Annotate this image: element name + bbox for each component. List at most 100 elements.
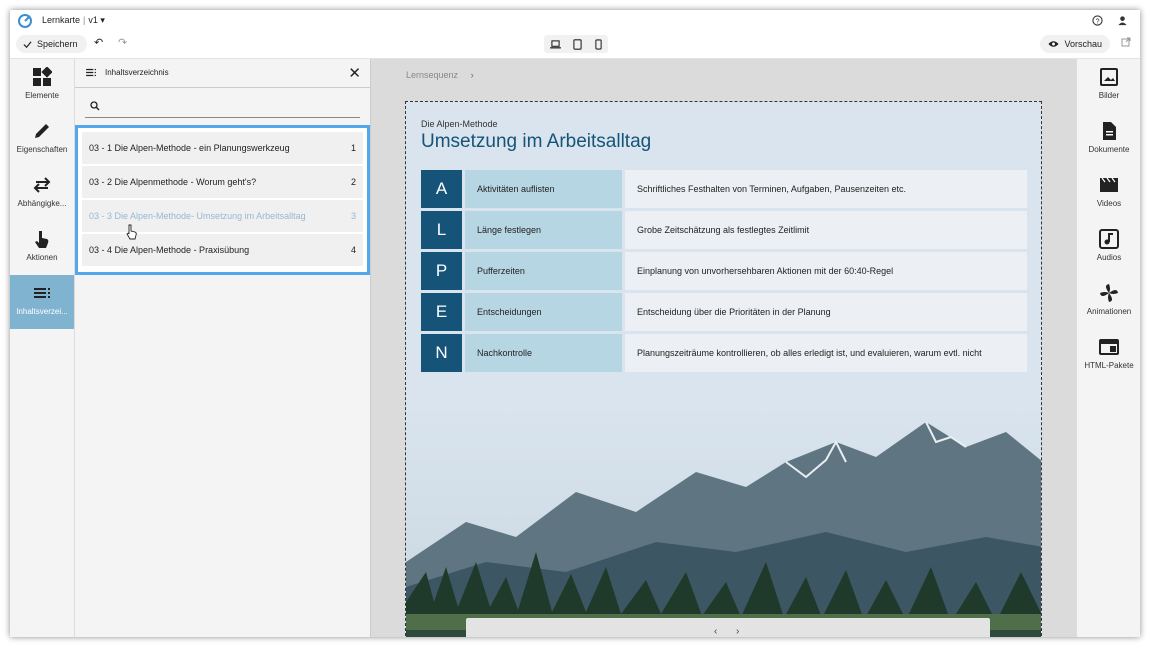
sidebar-item-properties[interactable]: Eigenschaften — [10, 113, 74, 167]
row-label: Nachkontrolle — [465, 334, 622, 372]
toc-item-number: 2 — [350, 177, 356, 187]
sidebar-item-toc[interactable]: Inhaltsverzei... — [10, 275, 74, 329]
sidebar-item-audios[interactable]: Audios — [1077, 221, 1140, 275]
close-icon[interactable]: ✕ — [348, 64, 361, 82]
toc-item-number: 3 — [350, 211, 356, 221]
elements-icon — [33, 67, 52, 86]
document-icon — [1103, 122, 1116, 140]
check-icon — [23, 40, 32, 48]
version-select[interactable]: v1 ▾ — [88, 15, 105, 25]
toc-item-label: 03 - 4 Die Alpen-Methode - Praxisübung — [89, 245, 250, 255]
save-label: Speichern — [37, 39, 78, 49]
right-sidebar: Bilder Dokumente Videos Audios Animation… — [1076, 59, 1140, 637]
sidebar-item-html-packages[interactable]: HTML-Pakete — [1077, 329, 1140, 383]
eye-icon — [1048, 41, 1060, 47]
sidebar-item-dependencies[interactable]: Abhängigke... — [10, 167, 74, 221]
content-page[interactable]: Die Alpen-Methode Umsetzung im Arbeitsal… — [405, 101, 1042, 637]
table-row: N Nachkontrolle Planungszeiträume kontro… — [421, 334, 1027, 372]
top-bar: Lernkarte | v1 ▾ ? Speichern ↶ ↷ Vorschau — [10, 10, 1140, 59]
row-description: Schriftliches Festhalten von Terminen, A… — [625, 170, 1027, 208]
row-description: Entscheidung über die Prioritäten in der… — [625, 293, 1027, 331]
left-sidebar: Elemente Eigenschaften Abhängigke... Akt… — [10, 59, 75, 637]
sidebar-item-label: Animationen — [1086, 307, 1132, 316]
document-title: Lernkarte | v1 ▾ — [42, 15, 105, 25]
swap-arrows-icon — [33, 177, 51, 193]
row-description: Einplanung von unvorhersehbaren Aktionen… — [625, 252, 1027, 290]
table-row: P Pufferzeiten Einplanung von unvorherse… — [421, 252, 1027, 290]
tablet-icon[interactable] — [573, 38, 583, 50]
toc-item-label: 03 - 3 Die Alpen-Methode- Umsetzung im A… — [89, 211, 306, 221]
table-row: L Länge festlegen Grobe Zeitschätzung al… — [421, 211, 1027, 249]
sidebar-item-elements[interactable]: Elemente — [10, 59, 74, 113]
sidebar-item-label: Eigenschaften — [16, 145, 68, 154]
row-label: Entscheidungen — [465, 293, 622, 331]
breadcrumb-item[interactable]: Lernsequenz — [406, 70, 458, 80]
sidebar-item-animations[interactable]: Animationen — [1077, 275, 1140, 329]
app-window: Lernkarte | v1 ▾ ? Speichern ↶ ↷ Vorschau — [10, 10, 1140, 637]
mountain-landscape-image — [406, 402, 1041, 637]
sidebar-item-label: Inhaltsverzei... — [16, 307, 68, 316]
breadcrumb: Lernsequenz › — [406, 70, 474, 80]
hand-cursor-icon — [126, 224, 137, 240]
sidebar-item-label: HTML-Pakete — [1084, 361, 1134, 370]
toc-item-number: 1 — [350, 143, 356, 153]
video-icon — [1100, 177, 1118, 192]
toc-item[interactable]: 03 - 2 Die Alpenmethode - Worum geht's? … — [82, 166, 363, 198]
sidebar-item-label: Bilder — [1098, 91, 1120, 100]
row-label: Länge festlegen — [465, 211, 622, 249]
toc-list: 03 - 1 Die Alpen-Methode - ein Planungsw… — [75, 125, 370, 275]
toc-icon — [86, 68, 96, 77]
save-button[interactable]: Speichern — [16, 35, 87, 53]
row-letter: L — [421, 211, 462, 249]
toc-panel: Inhaltsverzeichnis ✕ 03 - 1 Die Alpen-Me… — [75, 59, 371, 637]
svg-text:?: ? — [1095, 16, 1099, 25]
sidebar-item-label: Videos — [1096, 199, 1122, 208]
toc-header: Inhaltsverzeichnis ✕ — [75, 59, 370, 88]
sidebar-item-label: Aktionen — [26, 253, 58, 262]
touch-hand-icon — [35, 231, 49, 248]
search-input[interactable] — [85, 96, 360, 118]
undo-icon[interactable]: ↶ — [94, 36, 103, 49]
laptop-icon[interactable] — [550, 39, 562, 49]
toc-item[interactable]: 03 - 1 Die Alpen-Methode - ein Planungsw… — [82, 132, 363, 164]
html-package-icon — [1099, 339, 1119, 355]
sidebar-item-documents[interactable]: Dokumente — [1077, 113, 1140, 167]
row-letter: N — [421, 334, 462, 372]
sidebar-item-actions[interactable]: Aktionen — [10, 221, 74, 275]
sidebar-item-images[interactable]: Bilder — [1077, 59, 1140, 113]
toc-title: Inhaltsverzeichnis — [105, 68, 169, 77]
open-external-icon[interactable] — [1121, 37, 1131, 50]
pencil-icon — [35, 124, 49, 138]
row-description: Grobe Zeitschätzung als festlegtes Zeitl… — [625, 211, 1027, 249]
chevron-right-icon: › — [470, 70, 474, 80]
alpen-table: A Aktivitäten auflisten Schriftliches Fe… — [421, 170, 1027, 375]
user-icon[interactable] — [1117, 15, 1128, 29]
top-icons: ? — [1092, 15, 1128, 29]
pinwheel-icon — [1100, 284, 1118, 302]
audio-icon — [1099, 229, 1119, 249]
preview-label: Vorschau — [1064, 39, 1102, 49]
page-title: Umsetzung im Arbeitsalltag — [421, 131, 652, 152]
row-label: Aktivitäten auflisten — [465, 170, 622, 208]
search-icon — [90, 101, 100, 111]
chevron-left-icon[interactable]: ‹ — [714, 626, 717, 637]
help-icon[interactable]: ? — [1092, 15, 1103, 29]
preview-button[interactable]: Vorschau — [1040, 35, 1110, 53]
toc-item-label: 03 - 1 Die Alpen-Methode - ein Planungsw… — [89, 143, 290, 153]
phone-icon[interactable] — [595, 38, 602, 50]
toc-item-current[interactable]: 03 - 3 Die Alpen-Methode- Umsetzung im A… — [82, 200, 363, 232]
table-row: E Entscheidungen Entscheidung über die P… — [421, 293, 1027, 331]
toc-item-number: 4 — [350, 245, 356, 255]
sidebar-item-videos[interactable]: Videos — [1077, 167, 1140, 221]
row-letter: A — [421, 170, 462, 208]
redo-icon[interactable]: ↷ — [118, 36, 127, 49]
chevron-right-icon[interactable]: › — [736, 626, 739, 637]
page-subtitle: Die Alpen-Methode — [421, 119, 498, 129]
sidebar-item-label: Elemente — [25, 91, 59, 100]
table-row: A Aktivitäten auflisten Schriftliches Fe… — [421, 170, 1027, 208]
toc-item[interactable]: 03 - 4 Die Alpen-Methode - Praxisübung 4 — [82, 234, 363, 266]
device-switcher — [544, 35, 608, 53]
app-logo-icon — [18, 14, 32, 28]
row-description: Planungszeiträume kontrollieren, ob alle… — [625, 334, 1027, 372]
page-navigation: ‹ › — [466, 618, 990, 637]
